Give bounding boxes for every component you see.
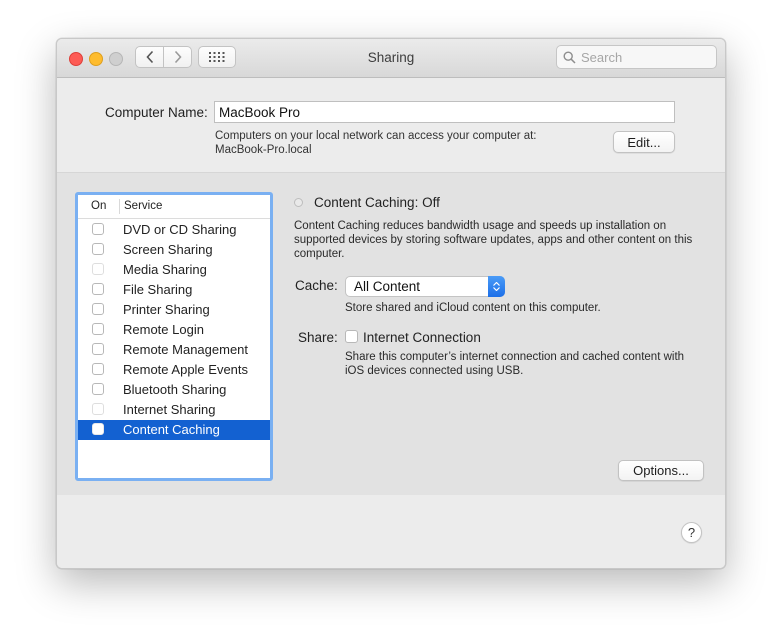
content-caching-description: Content Caching reduces bandwidth usage … bbox=[294, 220, 693, 260]
service-list[interactable]: On Service DVD or CD Sharing Screen Shari… bbox=[75, 192, 273, 481]
service-label: File Sharing bbox=[123, 282, 193, 297]
column-header-on[interactable]: On bbox=[91, 200, 106, 212]
title-bar: Sharing bbox=[57, 39, 725, 78]
service-checkbox[interactable] bbox=[92, 323, 104, 335]
footer-section bbox=[57, 495, 725, 568]
service-row[interactable]: Content Caching bbox=[78, 420, 270, 440]
service-label: Internet Sharing bbox=[123, 402, 216, 417]
service-checkbox[interactable] bbox=[92, 423, 104, 435]
service-list-header: On Service bbox=[78, 195, 270, 219]
local-hostname: MacBook-Pro.local bbox=[215, 144, 312, 156]
options-button[interactable]: Options... bbox=[618, 460, 704, 481]
computer-name-section: Computer Name: Computers on your local n… bbox=[57, 78, 725, 173]
computer-name-input[interactable] bbox=[214, 101, 675, 123]
content-caching-status: Content Caching: Off bbox=[314, 195, 440, 210]
search-icon bbox=[563, 50, 576, 64]
search-input[interactable] bbox=[581, 49, 701, 65]
service-checkbox[interactable] bbox=[92, 283, 104, 295]
service-row[interactable]: Remote Management bbox=[78, 340, 270, 360]
sharing-window: Sharing Computer Name: Computers on your… bbox=[56, 38, 726, 569]
service-row[interactable]: DVD or CD Sharing bbox=[78, 220, 270, 240]
service-checkbox bbox=[92, 403, 104, 415]
service-row[interactable]: Printer Sharing bbox=[78, 300, 270, 320]
help-button[interactable]: ? bbox=[681, 522, 702, 543]
service-row[interactable]: Remote Login bbox=[78, 320, 270, 340]
service-row[interactable]: Media Sharing bbox=[78, 260, 270, 280]
service-checkbox[interactable] bbox=[92, 343, 104, 355]
service-label: Printer Sharing bbox=[123, 302, 210, 317]
service-checkbox[interactable] bbox=[92, 363, 104, 375]
search-field[interactable] bbox=[556, 45, 717, 69]
service-row[interactable]: File Sharing bbox=[78, 280, 270, 300]
cache-popup-value: All Content bbox=[354, 279, 421, 294]
service-label: Media Sharing bbox=[123, 262, 207, 277]
status-indicator bbox=[294, 198, 303, 207]
service-row[interactable]: Bluetooth Sharing bbox=[78, 380, 270, 400]
service-checkbox[interactable] bbox=[92, 383, 104, 395]
service-label: Bluetooth Sharing bbox=[123, 382, 227, 397]
cache-label: Cache: bbox=[295, 278, 338, 293]
service-label: Remote Apple Events bbox=[123, 362, 249, 377]
service-checkbox bbox=[92, 263, 104, 275]
network-access-text: Computers on your local network can acce… bbox=[215, 130, 537, 142]
share-note: Share this computer’s internet connectio… bbox=[345, 351, 685, 377]
service-section: On Service DVD or CD Sharing Screen Shari… bbox=[57, 173, 725, 495]
service-row[interactable]: Remote Apple Events bbox=[78, 360, 270, 380]
service-checkbox[interactable] bbox=[92, 243, 104, 255]
share-label: Share: bbox=[298, 330, 338, 345]
column-divider bbox=[119, 199, 120, 214]
service-label: Remote Management bbox=[123, 342, 249, 357]
service-label: Content Caching bbox=[123, 422, 220, 437]
cache-note: Store shared and iCloud content on this … bbox=[345, 302, 601, 314]
popup-arrows-icon bbox=[488, 276, 505, 297]
service-checkbox[interactable] bbox=[92, 223, 104, 235]
computer-name-label: Computer Name: bbox=[105, 105, 208, 120]
service-row[interactable]: Internet Sharing bbox=[78, 400, 270, 420]
edit-button[interactable]: Edit... bbox=[613, 131, 675, 153]
internet-connection-checkbox[interactable] bbox=[345, 330, 358, 343]
cache-popup[interactable]: All Content bbox=[345, 276, 505, 297]
service-checkbox[interactable] bbox=[92, 303, 104, 315]
service-row[interactable]: Screen Sharing bbox=[78, 240, 270, 260]
service-label: Screen Sharing bbox=[123, 242, 213, 257]
column-header-service[interactable]: Service bbox=[124, 200, 162, 212]
service-label: DVD or CD Sharing bbox=[123, 222, 237, 237]
internet-connection-label[interactable]: Internet Connection bbox=[363, 330, 481, 345]
service-label: Remote Login bbox=[123, 322, 204, 337]
